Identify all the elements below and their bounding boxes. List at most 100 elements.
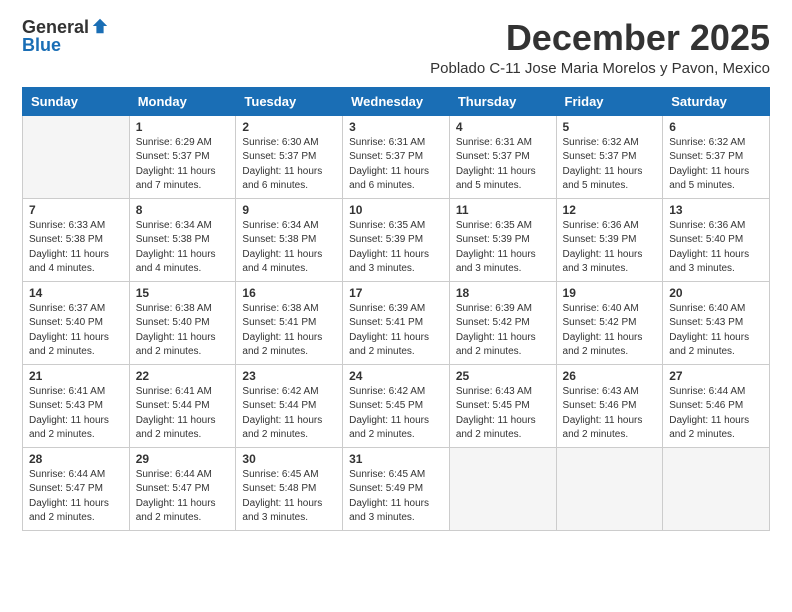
day-info: Sunrise: 6:38 AMSunset: 5:41 PMDaylight:…	[242, 302, 336, 360]
day-info: Sunrise: 6:29 AMSunset: 5:37 PMDaylight:…	[136, 136, 230, 194]
calendar-cell: 11 Sunrise: 6:35 AMSunset: 5:39 PMDayligh…	[449, 198, 556, 281]
calendar-cell: 16 Sunrise: 6:38 AMSunset: 5:41 PMDayligh…	[236, 281, 343, 364]
day-number: 4	[456, 120, 550, 134]
day-number: 13	[669, 203, 763, 217]
calendar-cell	[663, 447, 770, 530]
day-info: Sunrise: 6:32 AMSunset: 5:37 PMDaylight:…	[563, 136, 657, 194]
day-info: Sunrise: 6:38 AMSunset: 5:40 PMDaylight:…	[136, 302, 230, 360]
calendar-cell: 28 Sunrise: 6:44 AMSunset: 5:47 PMDayligh…	[23, 447, 130, 530]
day-info: Sunrise: 6:30 AMSunset: 5:37 PMDaylight:…	[242, 136, 336, 194]
weekday-header-row: SundayMondayTuesdayWednesdayThursdayFrid…	[23, 87, 770, 115]
day-number: 8	[136, 203, 230, 217]
day-info: Sunrise: 6:43 AMSunset: 5:46 PMDaylight:…	[563, 385, 657, 443]
day-number: 22	[136, 369, 230, 383]
day-number: 27	[669, 369, 763, 383]
weekday-header-cell: Tuesday	[236, 87, 343, 115]
day-info: Sunrise: 6:35 AMSunset: 5:39 PMDaylight:…	[349, 219, 443, 277]
header: General Blue December 2025 Poblado C-11 …	[22, 18, 770, 77]
day-number: 30	[242, 452, 336, 466]
day-number: 23	[242, 369, 336, 383]
calendar-cell: 23Sunrise: 6:42 AMSunset: 5:44 PMDayligh…	[236, 364, 343, 447]
weekday-header-cell: Sunday	[23, 87, 130, 115]
day-info: Sunrise: 6:44 AMSunset: 5:47 PMDaylight:…	[29, 468, 123, 526]
calendar-cell: 19 Sunrise: 6:40 AMSunset: 5:42 PMDayligh…	[556, 281, 663, 364]
calendar-cell: 21 Sunrise: 6:41 AMSunset: 5:43 PMDayligh…	[23, 364, 130, 447]
logo-blue: Blue	[22, 35, 61, 55]
day-info: Sunrise: 6:35 AMSunset: 5:39 PMDaylight:…	[456, 219, 550, 277]
day-number: 21	[29, 369, 123, 383]
day-number: 25	[456, 369, 550, 383]
day-info: Sunrise: 6:39 AMSunset: 5:41 PMDaylight:…	[349, 302, 443, 360]
logo-icon	[91, 17, 109, 35]
day-info: Sunrise: 6:41 AMSunset: 5:44 PMDaylight:…	[136, 385, 230, 443]
calendar-cell	[556, 447, 663, 530]
day-info: Sunrise: 6:43 AMSunset: 5:45 PMDaylight:…	[456, 385, 550, 443]
day-number: 29	[136, 452, 230, 466]
day-number: 15	[136, 286, 230, 300]
day-number: 28	[29, 452, 123, 466]
day-number: 14	[29, 286, 123, 300]
weekday-header-cell: Thursday	[449, 87, 556, 115]
day-info: Sunrise: 6:39 AMSunset: 5:42 PMDaylight:…	[456, 302, 550, 360]
calendar-week-row: 7Sunrise: 6:33 AMSunset: 5:38 PMDaylight…	[23, 198, 770, 281]
day-number: 19	[563, 286, 657, 300]
logo-general: General	[22, 18, 89, 36]
day-number: 1	[136, 120, 230, 134]
day-info: Sunrise: 6:44 AMSunset: 5:46 PMDaylight:…	[669, 385, 763, 443]
calendar-cell: 17Sunrise: 6:39 AMSunset: 5:41 PMDayligh…	[343, 281, 450, 364]
day-info: Sunrise: 6:44 AMSunset: 5:47 PMDaylight:…	[136, 468, 230, 526]
day-number: 6	[669, 120, 763, 134]
calendar-cell: 15 Sunrise: 6:38 AMSunset: 5:40 PMDayligh…	[129, 281, 236, 364]
calendar-week-row: 28 Sunrise: 6:44 AMSunset: 5:47 PMDayligh…	[23, 447, 770, 530]
day-info: Sunrise: 6:32 AMSunset: 5:37 PMDaylight:…	[669, 136, 763, 194]
weekday-header-cell: Saturday	[663, 87, 770, 115]
calendar-cell: 6 Sunrise: 6:32 AMSunset: 5:37 PMDaylight…	[663, 115, 770, 198]
day-info: Sunrise: 6:34 AMSunset: 5:38 PMDaylight:…	[242, 219, 336, 277]
calendar-cell	[23, 115, 130, 198]
calendar-body: 1 Sunrise: 6:29 AMSunset: 5:37 PMDaylight…	[23, 115, 770, 530]
weekday-header-cell: Wednesday	[343, 87, 450, 115]
subtitle: Poblado C-11 Jose Maria Morelos y Pavon,…	[430, 60, 770, 77]
day-number: 2	[242, 120, 336, 134]
day-info: Sunrise: 6:31 AMSunset: 5:37 PMDaylight:…	[456, 136, 550, 194]
calendar-cell: 8 Sunrise: 6:34 AMSunset: 5:38 PMDaylight…	[129, 198, 236, 281]
main-title: December 2025	[430, 18, 770, 58]
calendar-cell: 27 Sunrise: 6:44 AMSunset: 5:46 PMDayligh…	[663, 364, 770, 447]
day-number: 9	[242, 203, 336, 217]
calendar-cell: 2 Sunrise: 6:30 AMSunset: 5:37 PMDaylight…	[236, 115, 343, 198]
title-block: December 2025 Poblado C-11 Jose Maria Mo…	[430, 18, 770, 77]
weekday-header-cell: Monday	[129, 87, 236, 115]
calendar-cell: 18 Sunrise: 6:39 AMSunset: 5:42 PMDayligh…	[449, 281, 556, 364]
calendar-cell: 26 Sunrise: 6:43 AMSunset: 5:46 PMDayligh…	[556, 364, 663, 447]
calendar-cell: 31Sunrise: 6:45 AMSunset: 5:49 PMDayligh…	[343, 447, 450, 530]
calendar-cell: 24Sunrise: 6:42 AMSunset: 5:45 PMDayligh…	[343, 364, 450, 447]
day-number: 10	[349, 203, 443, 217]
day-info: Sunrise: 6:33 AMSunset: 5:38 PMDaylight:…	[29, 219, 123, 277]
day-info: Sunrise: 6:42 AMSunset: 5:45 PMDaylight:…	[349, 385, 443, 443]
logo: General Blue	[22, 18, 109, 56]
day-number: 16	[242, 286, 336, 300]
calendar-cell: 20Sunrise: 6:40 AMSunset: 5:43 PMDayligh…	[663, 281, 770, 364]
calendar-cell: 30 Sunrise: 6:45 AMSunset: 5:48 PMDayligh…	[236, 447, 343, 530]
day-info: Sunrise: 6:45 AMSunset: 5:49 PMDaylight:…	[349, 468, 443, 526]
day-info: Sunrise: 6:41 AMSunset: 5:43 PMDaylight:…	[29, 385, 123, 443]
day-info: Sunrise: 6:40 AMSunset: 5:43 PMDaylight:…	[669, 302, 763, 360]
day-number: 18	[456, 286, 550, 300]
day-number: 11	[456, 203, 550, 217]
calendar-cell: 9 Sunrise: 6:34 AMSunset: 5:38 PMDaylight…	[236, 198, 343, 281]
day-info: Sunrise: 6:45 AMSunset: 5:48 PMDaylight:…	[242, 468, 336, 526]
day-number: 5	[563, 120, 657, 134]
calendar-cell: 14Sunrise: 6:37 AMSunset: 5:40 PMDayligh…	[23, 281, 130, 364]
day-number: 3	[349, 120, 443, 134]
calendar-cell: 13 Sunrise: 6:36 AMSunset: 5:40 PMDayligh…	[663, 198, 770, 281]
day-info: Sunrise: 6:34 AMSunset: 5:38 PMDaylight:…	[136, 219, 230, 277]
day-info: Sunrise: 6:31 AMSunset: 5:37 PMDaylight:…	[349, 136, 443, 194]
day-number: 26	[563, 369, 657, 383]
calendar-cell: 12Sunrise: 6:36 AMSunset: 5:39 PMDayligh…	[556, 198, 663, 281]
day-info: Sunrise: 6:36 AMSunset: 5:39 PMDaylight:…	[563, 219, 657, 277]
day-info: Sunrise: 6:40 AMSunset: 5:42 PMDaylight:…	[563, 302, 657, 360]
calendar-cell: 25 Sunrise: 6:43 AMSunset: 5:45 PMDayligh…	[449, 364, 556, 447]
calendar-cell: 1 Sunrise: 6:29 AMSunset: 5:37 PMDaylight…	[129, 115, 236, 198]
day-info: Sunrise: 6:36 AMSunset: 5:40 PMDaylight:…	[669, 219, 763, 277]
calendar-cell: 5 Sunrise: 6:32 AMSunset: 5:37 PMDaylight…	[556, 115, 663, 198]
